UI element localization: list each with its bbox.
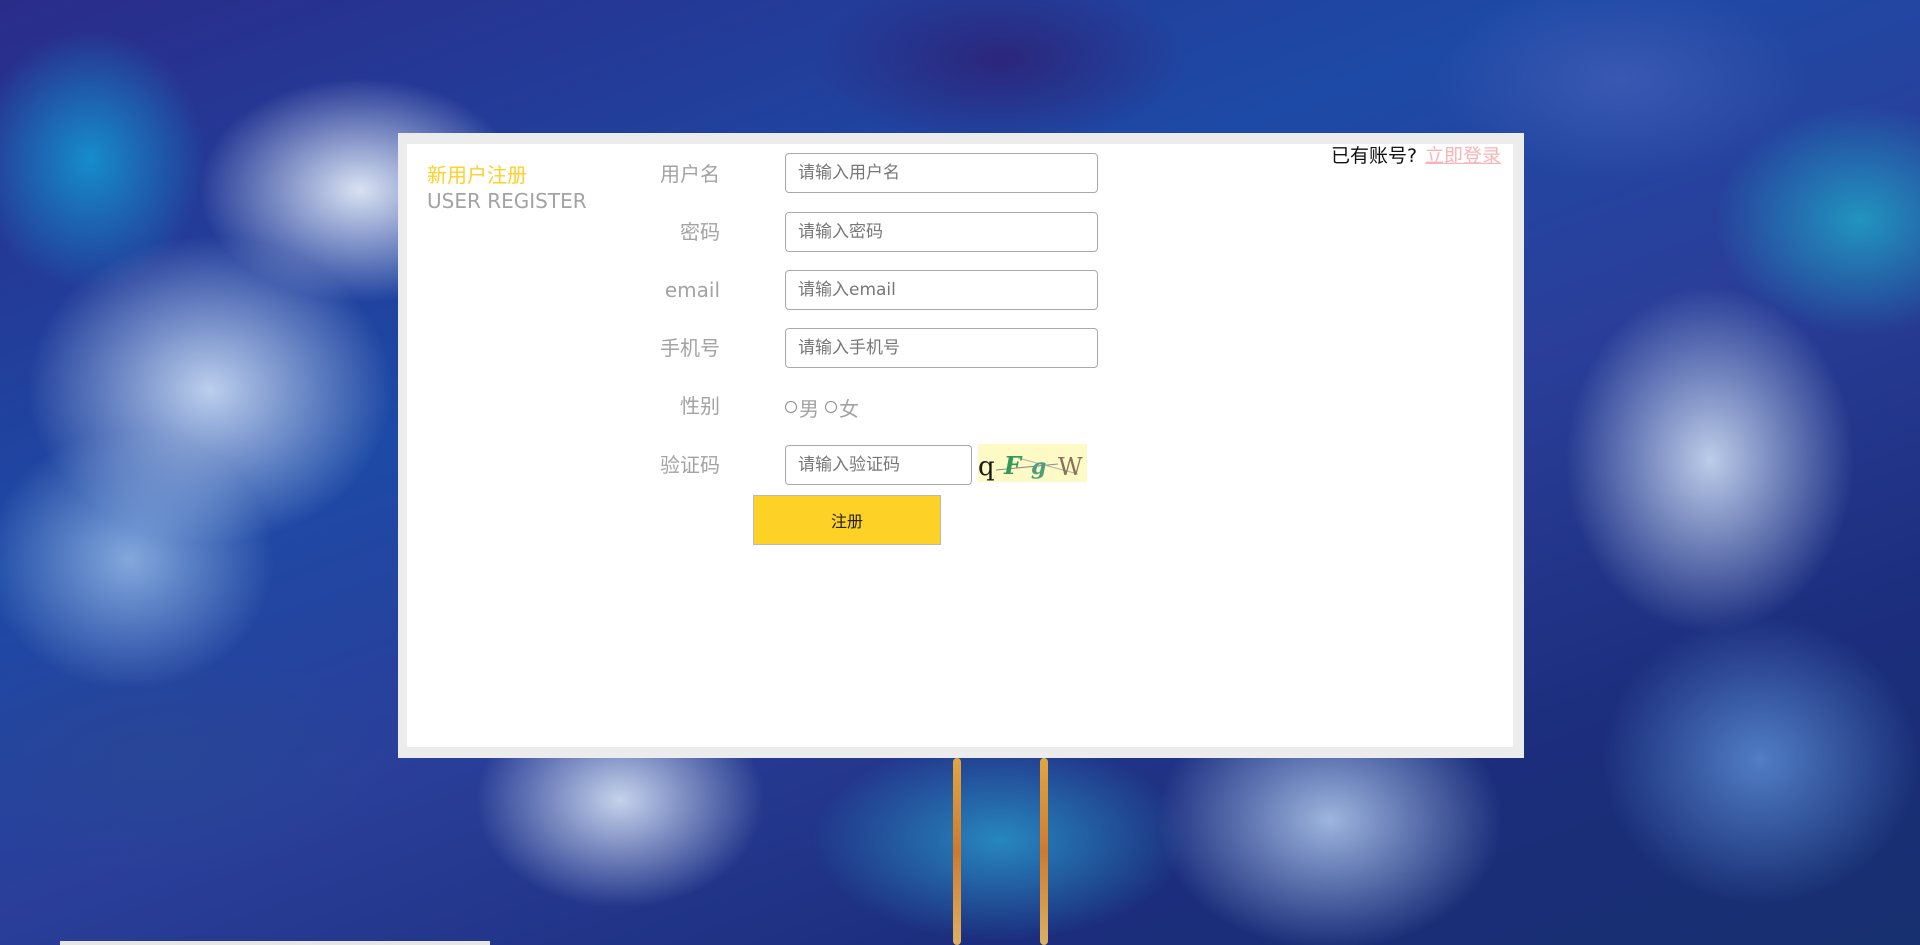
gender-label: 性别 <box>680 394 720 418</box>
register-button[interactable]: 注册 <box>753 495 941 545</box>
captcha-char: g <box>1031 454 1046 480</box>
captcha-char: W <box>1058 453 1083 481</box>
username-input[interactable] <box>785 153 1098 193</box>
captcha-image[interactable]: q F g W <box>978 444 1087 482</box>
captcha-char: F <box>1003 451 1023 480</box>
page-title: 新用户注册 <box>427 163 527 187</box>
username-label: 用户名 <box>660 162 720 186</box>
captcha-label: 验证码 <box>660 453 720 477</box>
window-bottom-edge <box>60 941 490 945</box>
captcha-input[interactable] <box>785 445 972 485</box>
phone-label: 手机号 <box>660 336 720 360</box>
radio-circle-icon[interactable] <box>785 401 797 413</box>
radio-circle-icon[interactable] <box>825 401 837 413</box>
gender-option-female[interactable]: 女 <box>825 393 859 422</box>
gender-radio-group: 男 女 <box>785 393 865 422</box>
phone-input[interactable] <box>785 328 1098 368</box>
email-input[interactable] <box>785 270 1098 310</box>
background-decoration <box>953 758 961 945</box>
captcha-char: q <box>978 452 995 482</box>
password-input[interactable] <box>785 212 1098 252</box>
login-link[interactable]: 立即登录 <box>1425 144 1501 168</box>
gender-option-label: 男 <box>799 396 819 421</box>
password-label: 密码 <box>680 220 720 244</box>
email-label: email <box>664 278 720 302</box>
gender-option-label: 女 <box>839 396 859 421</box>
login-prompt: 已有账号? <box>1331 145 1418 167</box>
gender-option-male[interactable]: 男 <box>785 393 819 422</box>
background-decoration <box>1040 758 1048 945</box>
page-subtitle: USER REGISTER <box>427 189 587 213</box>
